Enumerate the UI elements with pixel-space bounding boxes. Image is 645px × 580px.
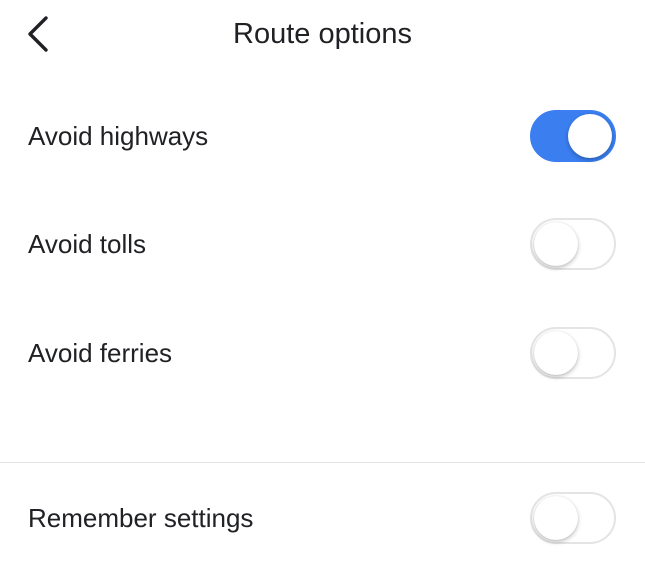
toggle-knob — [534, 222, 578, 266]
option-row-avoid-ferries: Avoid ferries — [0, 313, 645, 393]
option-label: Avoid tolls — [28, 229, 147, 259]
option-label: Avoid ferries — [28, 338, 173, 368]
avoid-highways-toggle[interactable] — [530, 110, 616, 162]
option-label: Remember settings — [28, 503, 254, 533]
option-row-remember-settings: Remember settings — [0, 478, 645, 558]
avoid-ferries-toggle[interactable] — [530, 327, 616, 379]
option-row-avoid-highways: Avoid highways — [0, 96, 645, 176]
avoid-tolls-toggle[interactable] — [530, 218, 616, 270]
remember-settings-toggle[interactable] — [530, 492, 616, 544]
page-title: Route options — [233, 18, 412, 50]
section-divider — [0, 462, 645, 463]
header-bar: Route options — [0, 0, 645, 70]
option-row-avoid-tolls: Avoid tolls — [0, 204, 645, 284]
toggle-knob — [534, 331, 578, 375]
toggle-knob — [534, 496, 578, 540]
option-label: Avoid highways — [28, 121, 209, 151]
toggle-knob — [568, 114, 612, 158]
